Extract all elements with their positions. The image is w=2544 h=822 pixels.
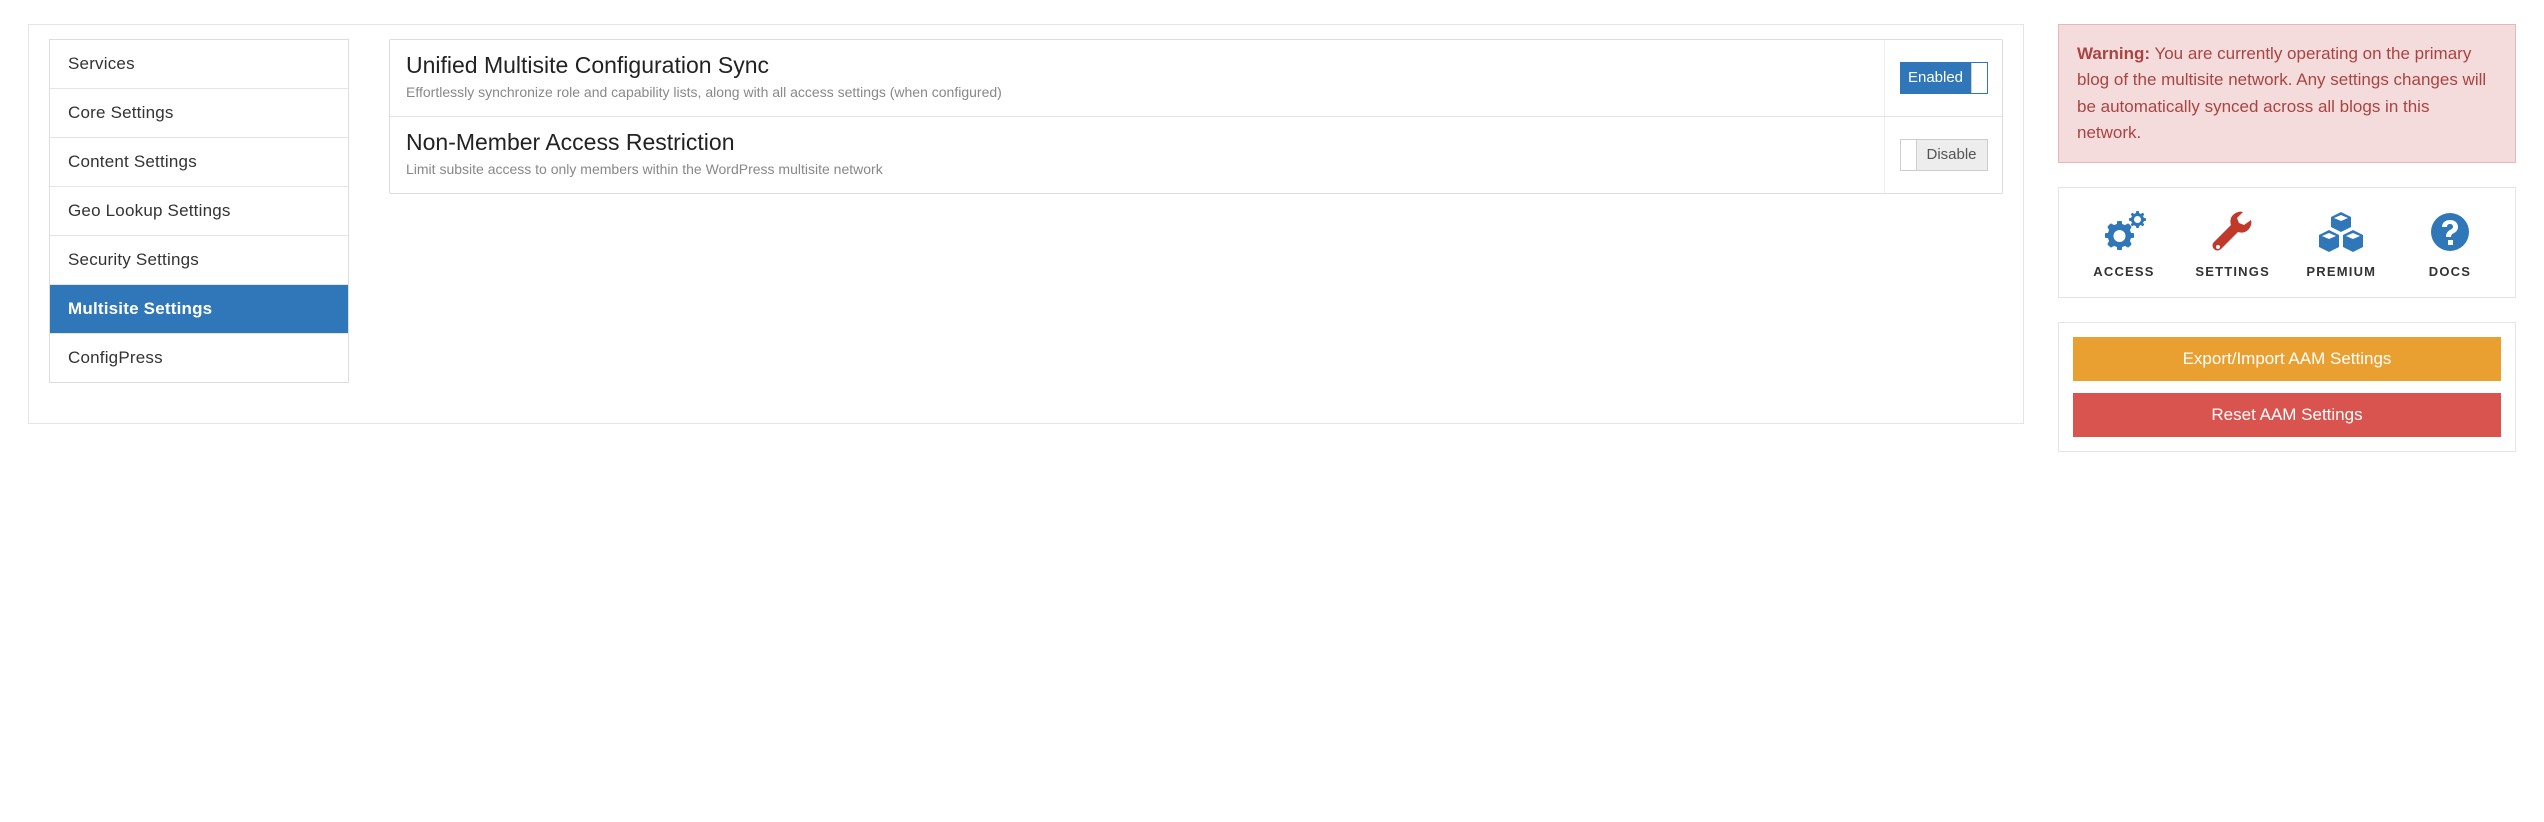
setting-title: Unified Multisite Configuration Sync (406, 52, 1868, 79)
setting-title: Non-Member Access Restriction (406, 129, 1868, 156)
sidebar-item-configpress[interactable]: ConfigPress (50, 334, 348, 382)
quick-link-label: DOCS (2429, 264, 2471, 279)
gears-icon (2101, 210, 2147, 254)
setting-row: Unified Multisite Configuration Sync Eff… (390, 40, 2002, 117)
settings-table: Unified Multisite Configuration Sync Eff… (389, 39, 2003, 194)
quick-link-label: ACCESS (2093, 264, 2154, 279)
export-import-button[interactable]: Export/Import AAM Settings (2073, 337, 2501, 381)
quick-link-docs[interactable]: DOCS (2409, 210, 2491, 279)
question-icon (2430, 210, 2470, 254)
toggle-knob (1971, 63, 1987, 93)
reset-button[interactable]: Reset AAM Settings (2073, 393, 2501, 437)
sidebar-item-services[interactable]: Services (50, 40, 348, 89)
quick-link-access[interactable]: ACCESS (2083, 210, 2165, 279)
sidebar-item-content-settings[interactable]: Content Settings (50, 138, 348, 187)
toggle-label: Disable (1917, 146, 1987, 163)
setting-description: Effortlessly synchronize role and capabi… (406, 83, 1868, 102)
right-column: Warning: You are currently operating on … (2058, 24, 2516, 452)
sidebar-item-security-settings[interactable]: Security Settings (50, 236, 348, 285)
toggle-unified-multisite-sync[interactable]: Enabled (1900, 62, 1988, 94)
quick-link-label: SETTINGS (2195, 264, 2270, 279)
quick-link-label: PREMIUM (2306, 264, 2376, 279)
sidebar-item-geo-lookup-settings[interactable]: Geo Lookup Settings (50, 187, 348, 236)
settings-sidebar: Services Core Settings Content Settings … (49, 39, 349, 383)
warning-prefix: Warning: (2077, 44, 2150, 63)
quick-links-panel: ACCESS SETTINGS (2058, 187, 2516, 298)
quick-link-premium[interactable]: PREMIUM (2300, 210, 2382, 279)
toggle-non-member-access-restriction[interactable]: Disable (1900, 139, 1988, 171)
quick-link-settings[interactable]: SETTINGS (2192, 210, 2274, 279)
toggle-label: Enabled (1901, 69, 1971, 86)
main-panel: Services Core Settings Content Settings … (28, 24, 2024, 424)
sidebar-item-core-settings[interactable]: Core Settings (50, 89, 348, 138)
setting-description: Limit subsite access to only members wit… (406, 160, 1868, 179)
toggle-knob (1901, 140, 1917, 170)
action-panel: Export/Import AAM Settings Reset AAM Set… (2058, 322, 2516, 452)
setting-row: Non-Member Access Restriction Limit subs… (390, 117, 2002, 193)
warning-notice: Warning: You are currently operating on … (2058, 24, 2516, 163)
wrench-icon (2211, 210, 2255, 254)
sidebar-item-multisite-settings[interactable]: Multisite Settings (50, 285, 348, 334)
cubes-icon (2317, 210, 2365, 254)
